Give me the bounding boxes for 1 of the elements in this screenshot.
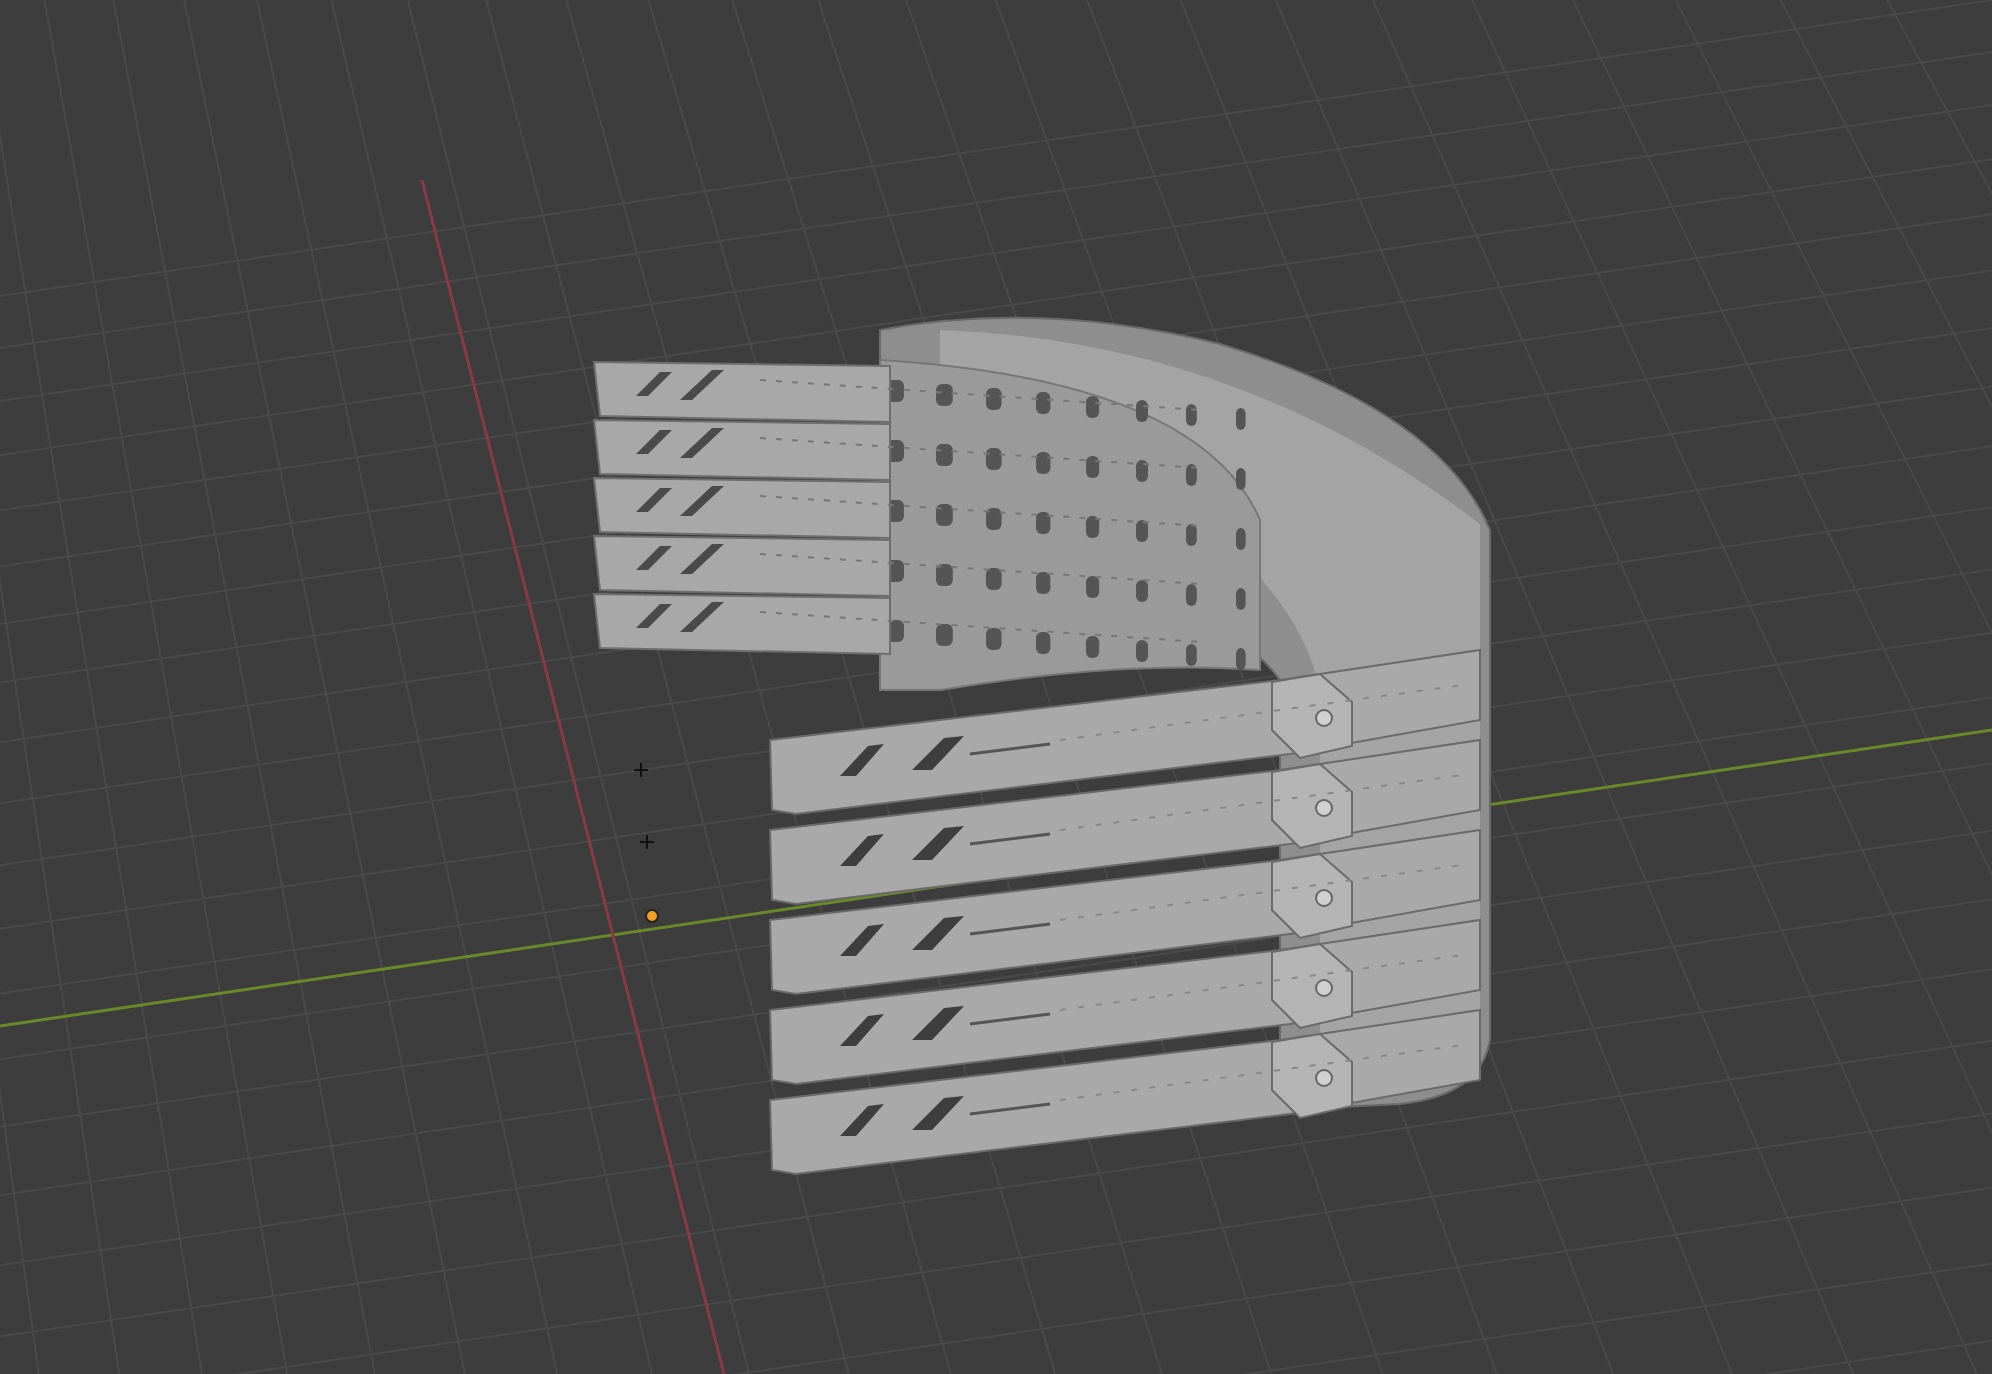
viewport-canvas[interactable] [0, 0, 1992, 1374]
